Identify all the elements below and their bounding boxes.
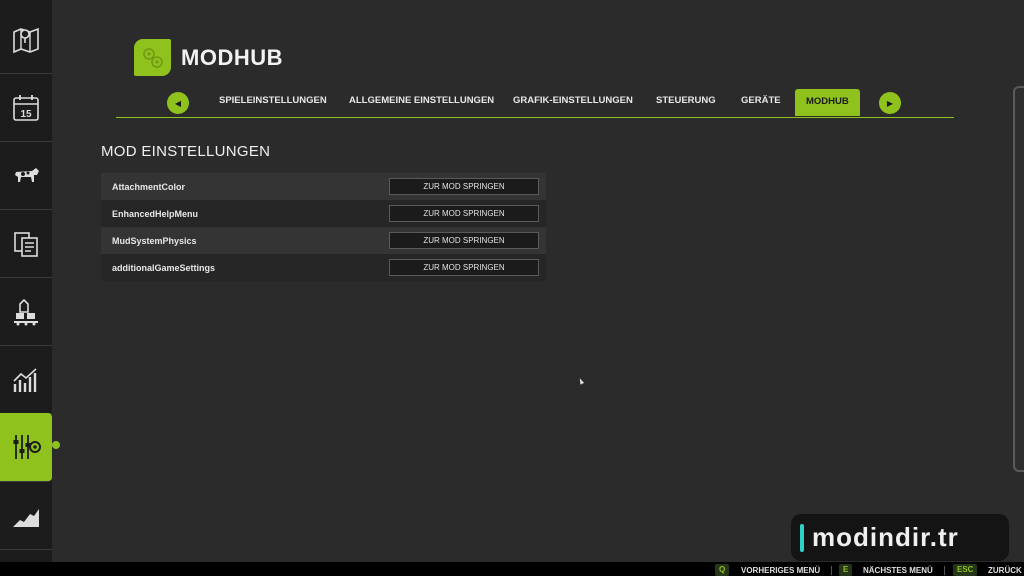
tab-prev-button[interactable]: ◀ bbox=[167, 92, 189, 114]
hint-previous-menu[interactable]: VORHERIGES MENÜ bbox=[741, 566, 820, 575]
mod-settings-list: AttachmentColor ZUR MOD SPRINGEN Enhance… bbox=[101, 173, 546, 281]
tab-modhub[interactable]: MODHUB bbox=[795, 89, 860, 116]
map-icon bbox=[13, 27, 39, 54]
terrain-icon bbox=[13, 509, 39, 527]
calendar-icon: 15 bbox=[13, 95, 39, 121]
sidebar-item-statistics[interactable] bbox=[0, 347, 52, 414]
active-indicator-dot bbox=[52, 441, 60, 449]
list-item: additionalGameSettings ZUR MOD SPRINGEN bbox=[101, 254, 546, 281]
statistics-icon bbox=[13, 368, 37, 392]
sidebar-item-production[interactable] bbox=[0, 279, 52, 346]
mouse-cursor-icon bbox=[577, 377, 585, 385]
sidebar: 15 bbox=[0, 0, 52, 562]
tab-next-button[interactable]: ▶ bbox=[879, 92, 901, 114]
contracts-icon bbox=[14, 232, 38, 257]
modhub-logo-icon bbox=[142, 47, 163, 68]
hint-key-e: E bbox=[839, 564, 853, 576]
production-icon bbox=[14, 298, 38, 326]
sidebar-item-calendar[interactable]: 15 bbox=[0, 75, 52, 142]
tab-geraete[interactable]: GERÄTE bbox=[741, 95, 781, 106]
sidebar-item-terrain[interactable] bbox=[0, 483, 52, 550]
watermark-accent-bar bbox=[800, 523, 804, 552]
mod-name: AttachmentColor bbox=[112, 181, 186, 192]
hint-key-q: Q bbox=[715, 564, 730, 576]
modhub-logo bbox=[134, 39, 171, 76]
page-title: MODHUB bbox=[181, 45, 283, 70]
mod-name: EnhancedHelpMenu bbox=[112, 208, 199, 219]
hint-next-menu[interactable]: NÄCHSTES MENÜ bbox=[863, 566, 933, 575]
chevron-left-icon: ◀ bbox=[174, 98, 182, 108]
list-item: MudSystemPhysics ZUR MOD SPRINGEN bbox=[101, 227, 546, 254]
tab-steuerung[interactable]: STEUERUNG bbox=[656, 95, 716, 106]
device-frame-edge bbox=[1013, 86, 1024, 472]
tab-grafik-einstellungen[interactable]: GRAFIK-EINSTELLUNGEN bbox=[513, 95, 633, 106]
hint-separator bbox=[944, 566, 945, 575]
tab-spieleinstellungen[interactable]: SPIELEINSTELLUNGEN bbox=[219, 95, 327, 106]
hint-key-esc: ESC bbox=[953, 564, 978, 576]
hint-separator bbox=[831, 566, 832, 575]
sidebar-item-animals[interactable] bbox=[0, 143, 52, 210]
mod-name: additionalGameSettings bbox=[112, 262, 216, 273]
mod-name: MudSystemPhysics bbox=[112, 235, 197, 246]
list-item: AttachmentColor ZUR MOD SPRINGEN bbox=[101, 173, 546, 200]
tab-underline bbox=[116, 117, 954, 118]
jump-to-mod-button[interactable]: ZUR MOD SPRINGEN bbox=[389, 232, 539, 249]
chevron-right-icon: ▶ bbox=[886, 98, 894, 108]
jump-to-mod-button[interactable]: ZUR MOD SPRINGEN bbox=[389, 178, 539, 195]
section-title: MOD EINSTELLUNGEN bbox=[101, 143, 271, 160]
jump-to-mod-button[interactable]: ZUR MOD SPRINGEN bbox=[389, 205, 539, 222]
settings-sliders-icon bbox=[13, 435, 41, 459]
sidebar-item-contracts[interactable] bbox=[0, 211, 52, 278]
watermark-text: modindir.tr bbox=[812, 522, 959, 552]
list-item: EnhancedHelpMenu ZUR MOD SPRINGEN bbox=[101, 200, 546, 227]
jump-to-mod-button[interactable]: ZUR MOD SPRINGEN bbox=[389, 259, 539, 276]
watermark: modindir.tr bbox=[791, 514, 1009, 561]
sidebar-item-settings[interactable] bbox=[0, 413, 52, 482]
tab-allgemeine-einstellungen[interactable]: ALLGEMEINE EINSTELLUNGEN bbox=[349, 95, 494, 106]
hint-back[interactable]: ZURÜCK bbox=[988, 566, 1022, 575]
sidebar-item-map[interactable] bbox=[0, 7, 52, 74]
calendar-day: 15 bbox=[20, 109, 32, 120]
cow-icon bbox=[15, 168, 39, 182]
